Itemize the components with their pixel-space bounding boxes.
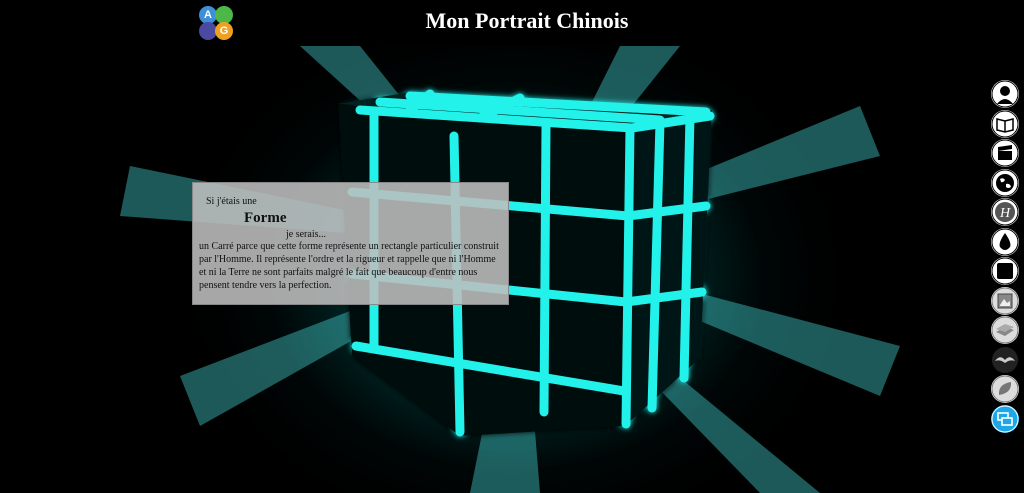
painting-icon (991, 287, 1019, 315)
page-title: Mon Portrait Chinois (425, 8, 629, 33)
panel-word: Forme (244, 210, 287, 226)
nav-painting[interactable] (991, 287, 1019, 315)
panel-serais: je serais... (286, 229, 326, 240)
nav-world[interactable] (991, 169, 1019, 197)
nav-h[interactable]: H (991, 198, 1019, 226)
panel-intro: Si j'étais une (206, 196, 257, 207)
h-letter-icon: H (991, 198, 1019, 226)
nav-square[interactable] (991, 257, 1019, 285)
nav-book[interactable] (991, 110, 1019, 138)
nav-leaf[interactable] (991, 375, 1019, 403)
panel-description: un Carré parce que cette forme représent… (199, 241, 499, 291)
person-icon (991, 80, 1019, 108)
nav-chat[interactable] (991, 405, 1019, 433)
nav-drop[interactable] (991, 228, 1019, 256)
clapperboard-icon (991, 139, 1019, 167)
book-icon (991, 110, 1019, 138)
leaf-icon (991, 375, 1019, 403)
header-bar: A G Mon Portrait Chinois (0, 0, 1024, 46)
square-icon (991, 257, 1019, 285)
svg-text:H: H (999, 206, 1011, 221)
glowing-cube-illustration (120, 46, 900, 493)
info-panel: Si j'étais une Forme je serais... un Car… (192, 182, 509, 305)
nav-cinema[interactable] (991, 139, 1019, 167)
nav-books[interactable] (991, 316, 1019, 344)
background-scene: Si j'étais une Forme je serais... un Car… (0, 46, 1024, 493)
books-stack-icon (991, 316, 1019, 344)
drop-icon (991, 228, 1019, 256)
globe-icon (991, 169, 1019, 197)
mustache-icon (992, 347, 1018, 373)
nav-mustache[interactable] (991, 346, 1019, 374)
nav-person[interactable] (991, 80, 1019, 108)
chat-bubbles-icon (991, 405, 1019, 433)
